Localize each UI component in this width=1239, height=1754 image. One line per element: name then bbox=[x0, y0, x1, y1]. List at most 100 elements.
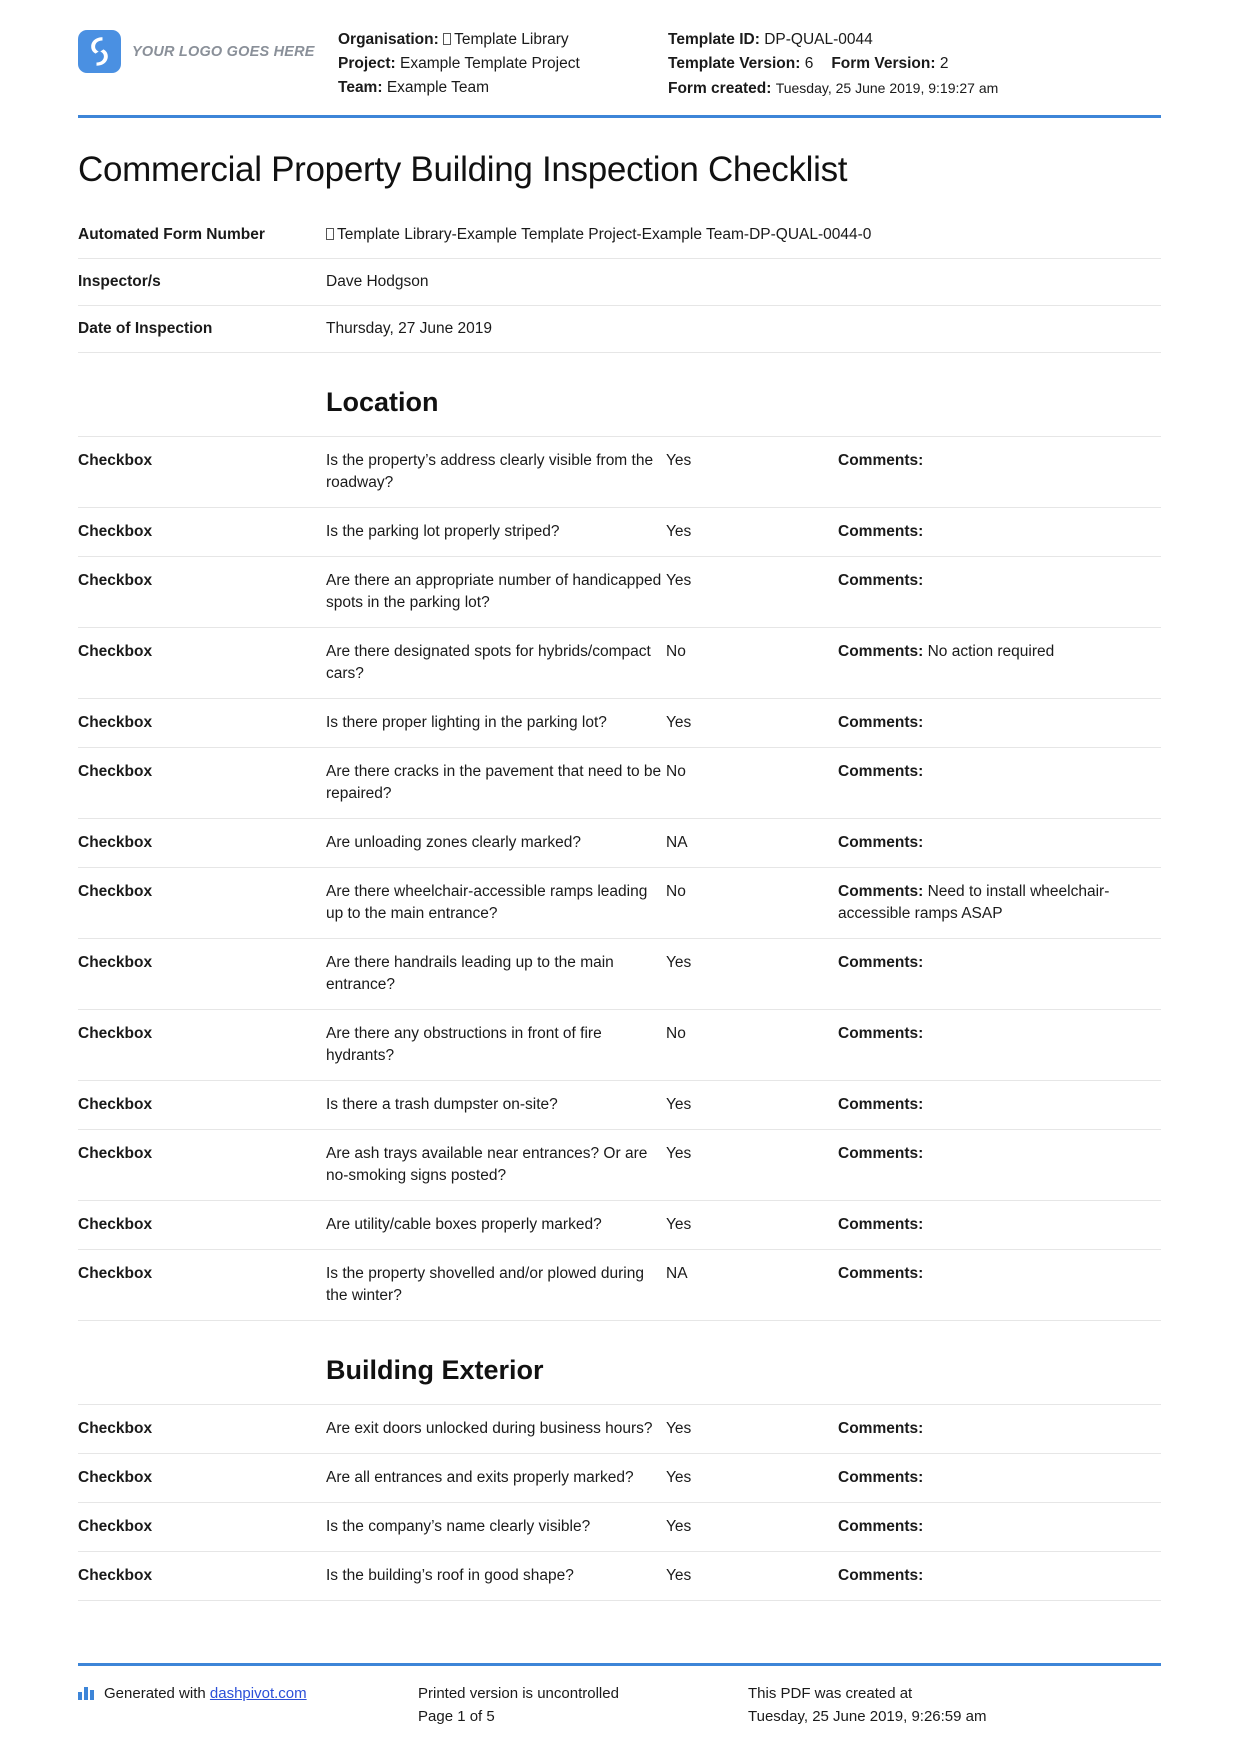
row-answer: No bbox=[666, 763, 686, 780]
row-comment-label: Comments: bbox=[838, 1145, 924, 1162]
info-row: Inspector/s Dave Hodgson bbox=[78, 259, 1161, 306]
version-line: Template Version: 6 Form Version: 2 bbox=[668, 52, 1161, 76]
row-question: Are there handrails leading up to the ma… bbox=[326, 954, 614, 993]
generated-prefix: Generated with bbox=[104, 1685, 206, 1702]
row-field-type: Checkbox bbox=[78, 452, 153, 469]
row-comment-label: Comments: bbox=[838, 1216, 924, 1233]
row-comment-label: Comments: bbox=[838, 1469, 924, 1486]
row-comment-label: Comments: bbox=[838, 883, 924, 900]
table-row: Checkbox Are there any obstructions in fr… bbox=[78, 1009, 1161, 1081]
form-created-line: Form created: Tuesday, 25 June 2019, 9:1… bbox=[668, 76, 1161, 101]
row-answer: Yes bbox=[666, 1567, 692, 1584]
row-comment: Comments: bbox=[838, 1130, 1161, 1201]
row-question: Are there any obstructions in front of f… bbox=[326, 1025, 602, 1064]
table-row: Checkbox Is the company’s name clearly vi… bbox=[78, 1502, 1161, 1552]
checklist-sections: Location Checkbox Is the property’s addres… bbox=[78, 353, 1161, 1601]
row-question: Is the property’s address clearly visibl… bbox=[326, 452, 654, 491]
info-row-value-text: Dave Hodgson bbox=[326, 273, 429, 290]
row-answer: Yes bbox=[666, 452, 692, 469]
row-comment-label: Comments: bbox=[838, 834, 924, 851]
logo-text: YOUR LOGO GOES HERE bbox=[132, 43, 315, 60]
placeholder-box-icon bbox=[326, 228, 334, 240]
template-id-line: Template ID: DP-QUAL-0044 bbox=[668, 28, 1161, 52]
form-created-label: Form created: bbox=[668, 80, 772, 97]
table-row: Checkbox Are exit doors unlocked during b… bbox=[78, 1404, 1161, 1454]
page-title: Commercial Property Building Inspection … bbox=[78, 150, 848, 189]
form-created-value: Tuesday, 25 June 2019, 9:19:27 am bbox=[775, 80, 999, 96]
dashpivot-link[interactable]: dashpivot.com bbox=[210, 1685, 307, 1702]
row-comment-label: Comments: bbox=[838, 1567, 924, 1584]
generated-text: Generated with dashpivot.com bbox=[104, 1682, 307, 1705]
row-question: Is the parking lot properly striped? bbox=[326, 523, 560, 540]
footer-generated: Generated with dashpivot.com bbox=[78, 1682, 418, 1705]
row-question: Are all entrances and exits properly mar… bbox=[326, 1469, 634, 1486]
row-question: Are utility/cable boxes properly marked? bbox=[326, 1216, 602, 1233]
row-comment: Comments: bbox=[838, 1503, 1161, 1552]
table-row: Checkbox Are there handrails leading up t… bbox=[78, 938, 1161, 1010]
row-field-type: Checkbox bbox=[78, 763, 153, 780]
table-row: Checkbox Are there an appropriate number … bbox=[78, 556, 1161, 628]
row-answer: Yes bbox=[666, 1420, 692, 1437]
row-comment: Comments: Need to install wheelchair-acc… bbox=[838, 868, 1161, 939]
row-field-type: Checkbox bbox=[78, 834, 153, 851]
row-answer: No bbox=[666, 1025, 686, 1042]
project-label: Project: bbox=[338, 55, 396, 72]
organisation-value: Template Library bbox=[454, 31, 569, 48]
table-row: Checkbox Is there proper lighting in the … bbox=[78, 698, 1161, 748]
row-comment-text: No action required bbox=[927, 643, 1055, 660]
row-answer: Yes bbox=[666, 1096, 692, 1113]
organisation-line: Organisation: Template Library bbox=[338, 28, 668, 52]
form-info-table: Automated Form Number Template Library-Ex… bbox=[78, 212, 1161, 353]
row-answer: Yes bbox=[666, 954, 692, 971]
row-comment-label: Comments: bbox=[838, 954, 924, 971]
row-field-type: Checkbox bbox=[78, 1469, 153, 1486]
company-logo-icon bbox=[78, 30, 121, 73]
document-page: YOUR LOGO GOES HERE Organisation: Templa… bbox=[0, 0, 1239, 1754]
row-comment: Comments: bbox=[838, 1201, 1161, 1250]
row-comment-label: Comments: bbox=[838, 1518, 924, 1535]
row-question: Is the company’s name clearly visible? bbox=[326, 1518, 591, 1535]
template-id-label: Template ID: bbox=[668, 31, 760, 48]
row-comment: Comments: bbox=[838, 1552, 1161, 1601]
row-question: Are exit doors unlocked during business … bbox=[326, 1420, 653, 1437]
row-comment: Comments: bbox=[838, 1250, 1161, 1321]
row-comment: Comments: bbox=[838, 1454, 1161, 1503]
row-comment: Comments: bbox=[838, 1010, 1161, 1081]
row-comment: Comments: bbox=[838, 557, 1161, 628]
row-answer: Yes bbox=[666, 1518, 692, 1535]
team-value: Example Team bbox=[386, 79, 490, 96]
info-row: Date of Inspection Thursday, 27 June 2019 bbox=[78, 306, 1161, 353]
row-answer: Yes bbox=[666, 572, 692, 589]
table-row: Checkbox Are unloading zones clearly mark… bbox=[78, 818, 1161, 868]
checklist-table: Checkbox Is the property’s address clearl… bbox=[78, 436, 1161, 1321]
form-version-value: 2 bbox=[939, 55, 949, 72]
row-comment-label: Comments: bbox=[838, 452, 924, 469]
team-line: Team: Example Team bbox=[338, 76, 668, 100]
team-label: Team: bbox=[338, 79, 383, 96]
row-comment-label: Comments: bbox=[838, 643, 924, 660]
row-answer: No bbox=[666, 883, 686, 900]
row-question: Are there cracks in the pavement that ne… bbox=[326, 763, 662, 802]
info-row-value: Thursday, 27 June 2019 bbox=[326, 306, 1161, 353]
pdf-created-label: This PDF was created at bbox=[748, 1685, 913, 1702]
row-field-type: Checkbox bbox=[78, 523, 153, 540]
table-row: Checkbox Are ash trays available near ent… bbox=[78, 1129, 1161, 1201]
info-row-label: Inspector/s bbox=[78, 273, 161, 290]
row-field-type: Checkbox bbox=[78, 883, 153, 900]
printed-uncontrolled-text: Printed version is uncontrolled bbox=[418, 1685, 619, 1702]
row-comment-label: Comments: bbox=[838, 1420, 924, 1437]
row-answer: Yes bbox=[666, 1145, 692, 1162]
info-row-value: Dave Hodgson bbox=[326, 259, 1161, 306]
info-row: Automated Form Number Template Library-Ex… bbox=[78, 212, 1161, 259]
row-question: Is the property shovelled and/or plowed … bbox=[326, 1265, 644, 1304]
table-row: Checkbox Is the building’s roof in good s… bbox=[78, 1551, 1161, 1601]
row-question: Is the building’s roof in good shape? bbox=[326, 1567, 574, 1584]
table-row: Checkbox Is the parking lot properly stri… bbox=[78, 507, 1161, 557]
row-comment: Comments: bbox=[838, 1081, 1161, 1130]
row-answer: Yes bbox=[666, 1216, 692, 1233]
row-comment-label: Comments: bbox=[838, 1096, 924, 1113]
table-row: Checkbox Is the property’s address clearl… bbox=[78, 436, 1161, 508]
row-field-type: Checkbox bbox=[78, 1145, 153, 1162]
table-row: Checkbox Are all entrances and exits prop… bbox=[78, 1453, 1161, 1503]
table-row: Checkbox Are utility/cable boxes properly… bbox=[78, 1200, 1161, 1250]
